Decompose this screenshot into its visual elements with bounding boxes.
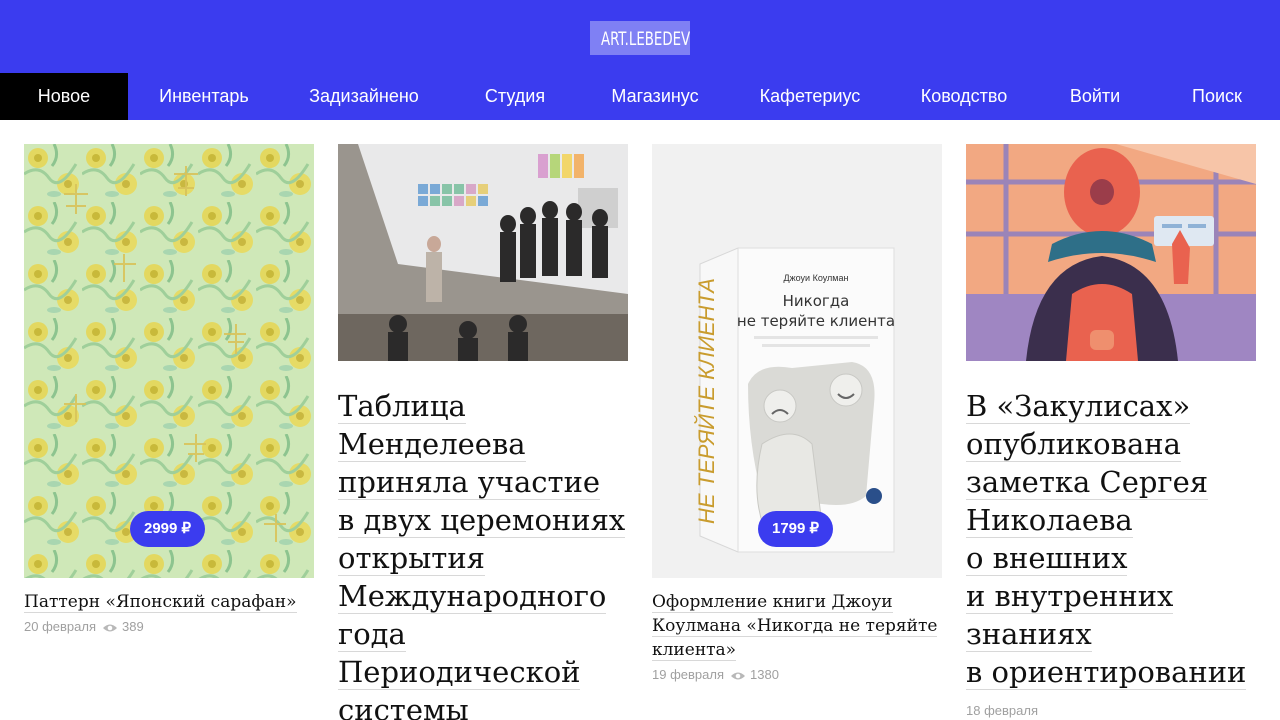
card-meta: 18 февраля xyxy=(966,703,1038,718)
date-label: 18 февраля xyxy=(966,703,1038,718)
headline-line[interactable]: Николаева xyxy=(966,503,1133,538)
article-headline[interactable]: Таблица Менделеева приняла участие в дву… xyxy=(338,387,638,720)
headline-line[interactable]: о внешних xyxy=(966,541,1128,576)
headline-line[interactable]: открытия xyxy=(338,541,485,576)
book-author: Джоуи Коулман xyxy=(784,273,849,283)
views-count: 1380 xyxy=(750,667,779,682)
site-logo[interactable]: ART.LEBEDEV xyxy=(601,21,690,55)
headline-line[interactable]: в двух церемониях xyxy=(338,503,626,538)
book-title-1: Никогда xyxy=(783,292,850,310)
nav-item-new[interactable]: Новое xyxy=(0,73,128,120)
headline-line[interactable]: заметка Сергея xyxy=(966,465,1209,500)
headline-line[interactable]: знаниях xyxy=(966,617,1092,652)
headline-line[interactable]: системы xyxy=(338,693,469,720)
headline-line[interactable]: и внутренних xyxy=(966,579,1174,614)
card-title-line[interactable]: Оформление книги Джоуи xyxy=(652,592,893,613)
card-title-line[interactable]: Коулмана «Никогда не теряйте xyxy=(652,616,938,637)
nav-item-cafeteria[interactable]: Кафетериус xyxy=(728,73,892,120)
headline-line[interactable]: приняла участие xyxy=(338,465,601,500)
nav-item-designed[interactable]: Задизайнено xyxy=(280,73,448,120)
card-title[interactable]: Паттерн «Японский сарафан» xyxy=(24,590,324,614)
date-label: 19 февраля xyxy=(652,667,724,682)
date-label: 20 февраля xyxy=(24,619,96,634)
headline-line[interactable]: опубликована xyxy=(966,427,1181,462)
nav-item-shop[interactable]: Магазинус xyxy=(582,73,728,120)
nav-item-guide[interactable]: Ководство xyxy=(892,73,1036,120)
headline-line[interactable]: Международного xyxy=(338,579,607,614)
card-title-text[interactable]: Паттерн «Японский сарафан» xyxy=(24,592,297,613)
article-headline[interactable]: В «Закулисах» опубликована заметка Серге… xyxy=(966,387,1266,691)
price-badge: 1799 ₽ xyxy=(758,511,834,547)
headline-line[interactable]: в ориентировании xyxy=(966,655,1247,690)
eye-icon xyxy=(731,672,745,680)
nav-item-inventory[interactable]: Инвентарь xyxy=(128,73,280,120)
event-photo[interactable] xyxy=(338,144,628,361)
book-spine-text: НЕ ТЕРЯЙТЕ КЛИЕНТА xyxy=(693,278,719,524)
views-count: 389 xyxy=(122,619,144,634)
card-title-line[interactable]: клиента» xyxy=(652,640,737,661)
headline-line[interactable]: года xyxy=(338,617,406,652)
eye-icon xyxy=(103,624,117,632)
nav-item-login[interactable]: Войти xyxy=(1036,73,1154,120)
card-meta: 19 февраля 1380 xyxy=(652,667,779,682)
headline-line[interactable]: Менделеева xyxy=(338,427,526,462)
backstage-illustration[interactable] xyxy=(966,144,1256,361)
headline-line[interactable]: В «Закулисах» xyxy=(966,389,1191,424)
book-title-2: не теряйте клиента xyxy=(737,312,895,330)
price-badge: 2999 ₽ xyxy=(130,511,206,547)
nav-item-search[interactable]: Поиск xyxy=(1154,73,1280,120)
headline-line[interactable]: Таблица xyxy=(338,389,466,424)
main-nav: Новое Инвентарь Задизайнено Студия Магаз… xyxy=(0,73,1280,120)
backstage-art xyxy=(966,144,1256,361)
headline-line[interactable]: Периодической xyxy=(338,655,581,690)
card-meta: 20 февраля 389 xyxy=(24,619,144,634)
event-photo-illustration xyxy=(338,144,628,361)
nav-item-studio[interactable]: Студия xyxy=(448,73,582,120)
card-title[interactable]: Оформление книги Джоуи Коулмана «Никогда… xyxy=(652,590,952,662)
